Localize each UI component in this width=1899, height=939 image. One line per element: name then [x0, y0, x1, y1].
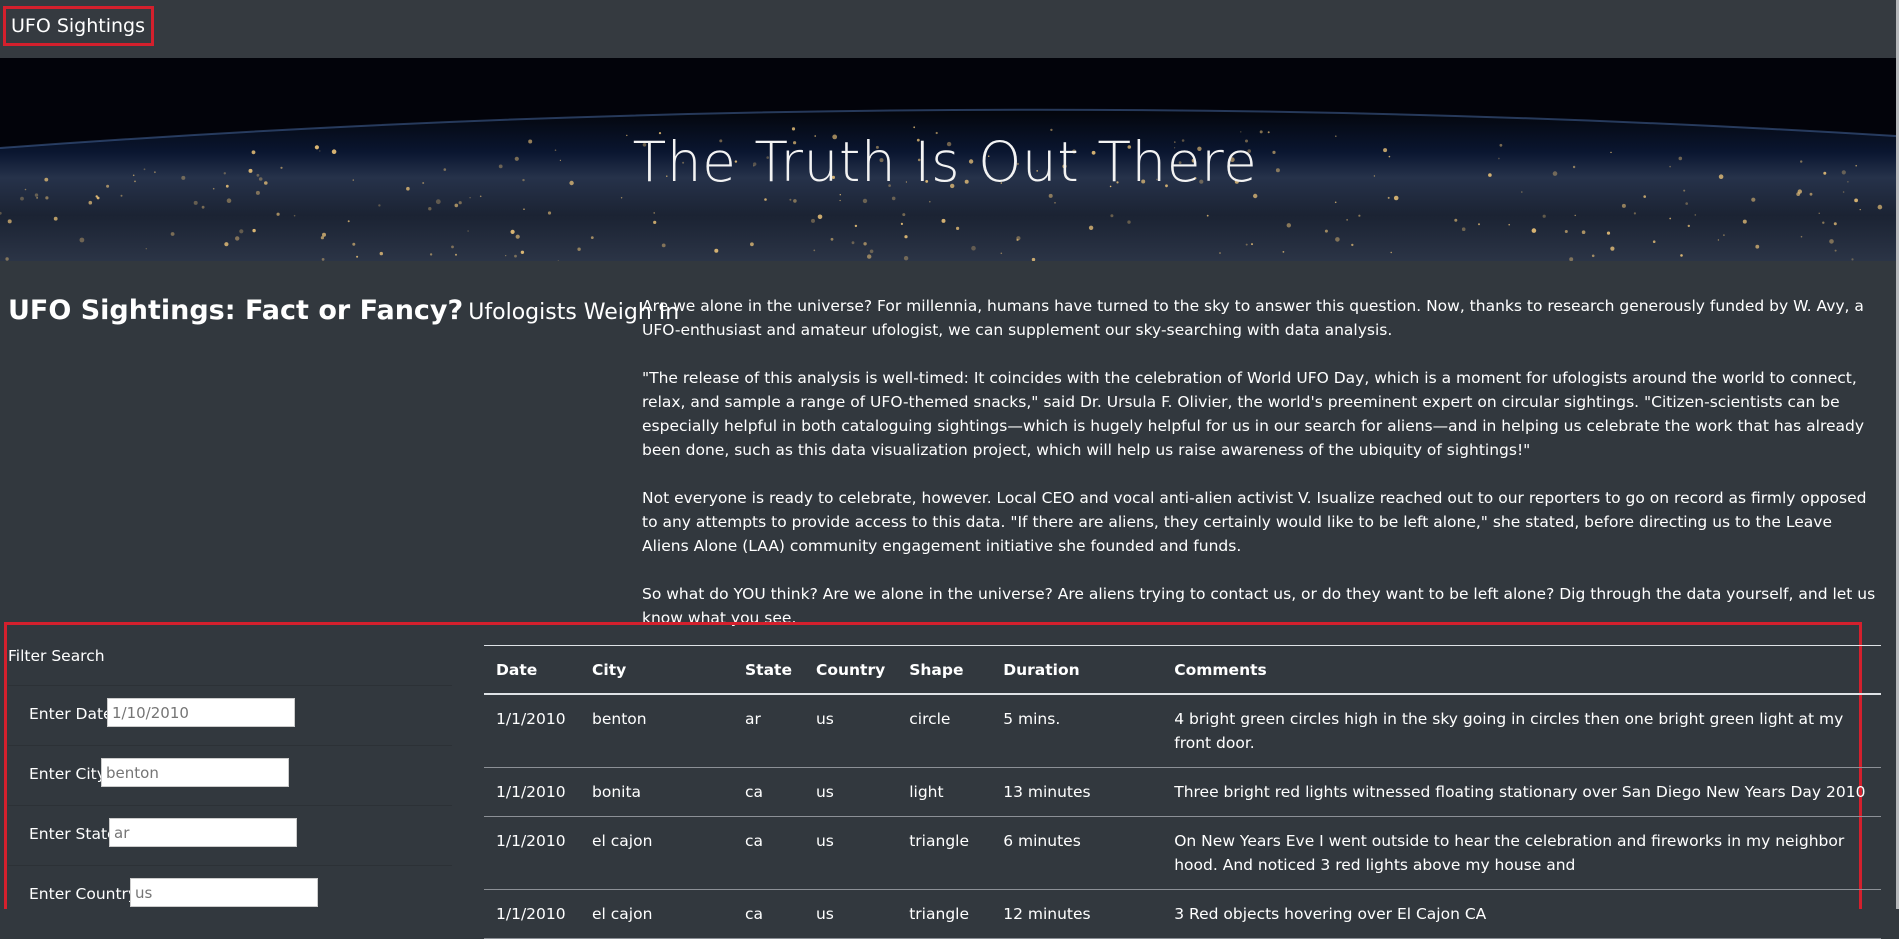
- cell-shape: triangle: [897, 889, 992, 939]
- navbar-brand[interactable]: UFO Sightings: [3, 6, 154, 46]
- cell-city: el cajon: [580, 889, 733, 939]
- cell-date: 1/1/2010: [484, 767, 580, 817]
- cell-country: us: [803, 767, 898, 817]
- filter-item-country: Enter Country: [8, 865, 452, 925]
- filter-list: Enter Date Enter City Enter State Enter …: [8, 685, 452, 925]
- cell-duration: 5 mins.: [991, 694, 1163, 768]
- cell-duration: 12 minutes: [991, 889, 1163, 939]
- cell-shape: light: [897, 767, 992, 817]
- cell-state: ca: [733, 816, 804, 890]
- article-paragraph: "The release of this analysis is well-ti…: [642, 369, 1865, 459]
- cell-shape: circle: [897, 694, 992, 768]
- hero-banner: The Truth Is Out There: [0, 58, 1896, 261]
- header-date[interactable]: Date: [484, 645, 580, 695]
- country-input[interactable]: [130, 878, 318, 907]
- sightings-table: Date City State Country Shape Duration C…: [484, 645, 1881, 939]
- table-row[interactable]: 1/1/2010 el cajon ca us triangle 12 minu…: [484, 889, 1881, 939]
- cell-state: ar: [733, 694, 804, 768]
- cell-date: 1/1/2010: [484, 694, 580, 768]
- state-input[interactable]: [109, 818, 297, 847]
- header-comments[interactable]: Comments: [1162, 645, 1881, 695]
- cell-country: us: [803, 889, 898, 939]
- table-row[interactable]: 1/1/2010 el cajon ca us triangle 6 minut…: [484, 816, 1881, 890]
- cell-city: benton: [580, 694, 733, 768]
- cell-comments: On New Years Eve I went outside to hear …: [1162, 816, 1881, 890]
- header-country[interactable]: Country: [803, 645, 898, 695]
- cell-city: el cajon: [580, 816, 733, 890]
- date-input[interactable]: [107, 698, 295, 727]
- cell-country: us: [803, 816, 898, 890]
- city-input[interactable]: [101, 758, 289, 787]
- cell-duration: 13 minutes: [991, 767, 1163, 817]
- header-duration[interactable]: Duration: [991, 645, 1163, 695]
- table-header-row: Date City State Country Shape Duration C…: [484, 645, 1881, 695]
- city-label: Enter City: [29, 765, 106, 783]
- sightings-table-wrap: Date City State Country Shape Duration C…: [484, 645, 1881, 939]
- article-body: Are we alone in the universe? For millen…: [642, 294, 1882, 654]
- cell-state: ca: [733, 889, 804, 939]
- intro-heading-main: UFO Sightings: Fact or Fancy?: [8, 295, 464, 326]
- state-label: Enter State: [29, 825, 117, 843]
- filter-title: Filter Search: [8, 647, 105, 665]
- header-state[interactable]: State: [733, 645, 804, 695]
- cell-comments: Three bright red lights witnessed floati…: [1162, 767, 1881, 817]
- filter-item-date: Enter Date: [8, 685, 452, 745]
- header-shape[interactable]: Shape: [897, 645, 992, 695]
- cell-comments: 4 bright green circles high in the sky g…: [1162, 694, 1881, 768]
- cell-date: 1/1/2010: [484, 889, 580, 939]
- navbar: UFO Sightings: [0, 0, 1899, 59]
- article-paragraph: Are we alone in the universe? For millen…: [642, 297, 1864, 339]
- header-city[interactable]: City: [580, 645, 733, 695]
- date-label: Enter Date: [29, 705, 113, 723]
- cell-city: bonita: [580, 767, 733, 817]
- intro-heading: UFO Sightings: Fact or Fancy? Ufologists…: [8, 295, 679, 326]
- cell-comments: 3 Red objects hovering over El Cajon CA: [1162, 889, 1881, 939]
- filter-item-city: Enter City: [8, 745, 452, 805]
- cell-date: 1/1/2010: [484, 816, 580, 890]
- article-paragraph: Not everyone is ready to celebrate, howe…: [642, 489, 1867, 555]
- table-row[interactable]: 1/1/2010 bonita ca us light 13 minutes T…: [484, 767, 1881, 817]
- cell-country: us: [803, 694, 898, 768]
- table-row[interactable]: 1/1/2010 benton ar us circle 5 mins. 4 b…: [484, 694, 1881, 768]
- country-label: Enter Country: [29, 885, 138, 903]
- filter-item-state: Enter State: [8, 805, 452, 865]
- cell-state: ca: [733, 767, 804, 817]
- cell-duration: 6 minutes: [991, 816, 1163, 890]
- cell-shape: triangle: [897, 816, 992, 890]
- hero-title: The Truth Is Out There: [632, 130, 1258, 194]
